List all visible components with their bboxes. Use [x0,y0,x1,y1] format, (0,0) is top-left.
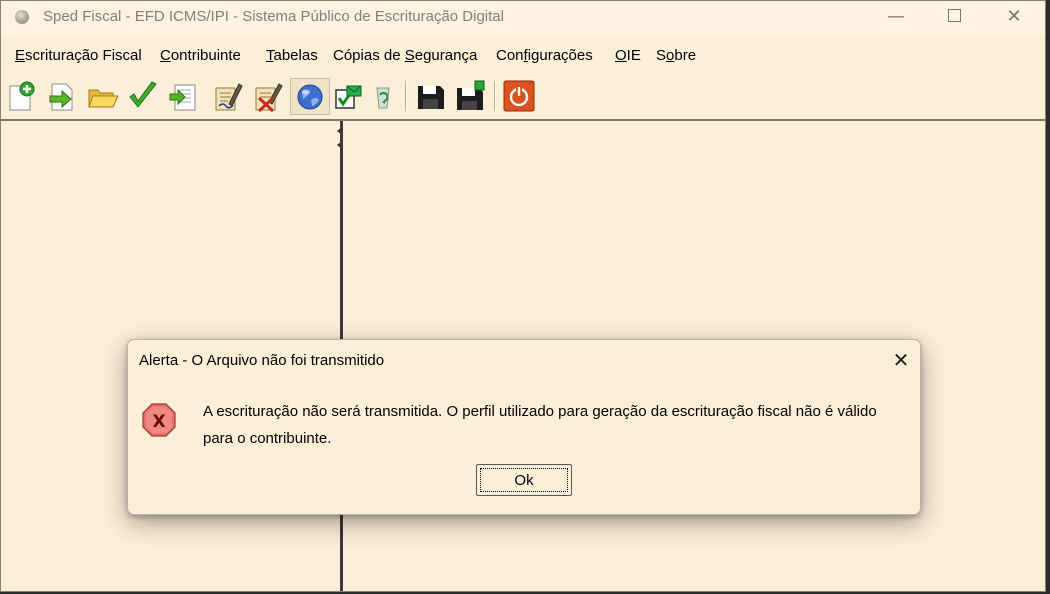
menu-pre: Con [496,47,524,64]
open-folder-icon[interactable] [87,80,119,112]
dialog-message: A escrituração não será transmitida. O p… [203,398,903,452]
svg-text:X: X [152,412,165,432]
main-window: Sped Fiscal - EFD ICMS/IPI - Sistema Púb… [0,0,1046,592]
checkbox-envelope-icon[interactable] [333,80,365,112]
menu-post: egurança [414,47,478,64]
dialog-close-button[interactable]: ✕ [886,346,916,374]
menu-pre: S [656,47,667,64]
minimize-button[interactable]: — [873,1,919,33]
export-document-icon[interactable] [168,80,200,112]
menu-copias-de-seguranca[interactable]: Cópias de Segurança [333,47,477,64]
menu-oie[interactable]: OIE [615,47,641,64]
maximize-icon [947,8,961,22]
recycle-icon[interactable] [367,80,399,112]
menu-post: scrituração Fiscal [25,47,142,64]
menu-post: igurações [527,47,593,64]
menu-accel: C [160,47,171,64]
dialog-title: Alerta - O Arquivo não foi transmitido [139,352,385,369]
error-x-icon: X [142,403,176,437]
validate-check-icon[interactable] [127,80,159,112]
ok-button-label: Ok [480,468,568,492]
menu-accel: O [615,47,627,64]
save-disk-icon[interactable] [415,80,447,112]
toolbar-separator [494,81,496,111]
toolbar [1,77,1045,119]
app-icon [15,10,29,24]
alert-dialog: Alerta - O Arquivo não foi transmitido ✕… [127,339,921,515]
menu-post: abelas [273,47,318,64]
menu-post: ontribuinte [170,47,241,64]
transmit-globe-icon[interactable] [294,80,326,112]
menu-post: IE [626,47,641,64]
menu-tabelas[interactable]: Tabelas [266,47,318,64]
menu-contribuinte[interactable]: Contribuinte [160,47,241,64]
save-disk-new-icon[interactable] [454,80,486,112]
menu-post: bre [674,47,697,64]
menu-configuracoes[interactable]: Configurações [496,47,593,64]
ok-button[interactable]: Ok [476,464,572,496]
dialog-message-line: para o contribuinte. [203,430,332,447]
menu-accel: T [266,47,274,64]
close-window-button[interactable]: ✕ [991,1,1037,33]
menu-sobre[interactable]: Sobre [656,47,696,64]
window-title: Sped Fiscal - EFD ICMS/IPI - Sistema Púb… [43,8,504,25]
import-arrow-icon[interactable] [46,80,78,112]
remove-signature-icon[interactable] [251,80,283,112]
menu-escrituracao-fiscal[interactable]: Escrituração Fiscal [15,47,142,64]
title-bar: Sped Fiscal - EFD ICMS/IPI - Sistema Púb… [1,1,1045,35]
maximize-button[interactable] [931,1,977,33]
pane-divider-line [1,119,1045,121]
menu-bar: Escrituração Fiscal Contribuinte Tabelas… [1,43,1045,69]
sign-document-icon[interactable] [211,80,243,112]
menu-pre: Cópias de [333,47,405,64]
power-exit-icon[interactable] [503,80,535,112]
dialog-message-line: A escrituração não será transmitida. O p… [203,403,877,420]
new-file-icon[interactable] [6,80,38,112]
toolbar-separator [405,81,407,111]
menu-accel: S [404,47,415,64]
menu-accel: E [15,47,26,64]
